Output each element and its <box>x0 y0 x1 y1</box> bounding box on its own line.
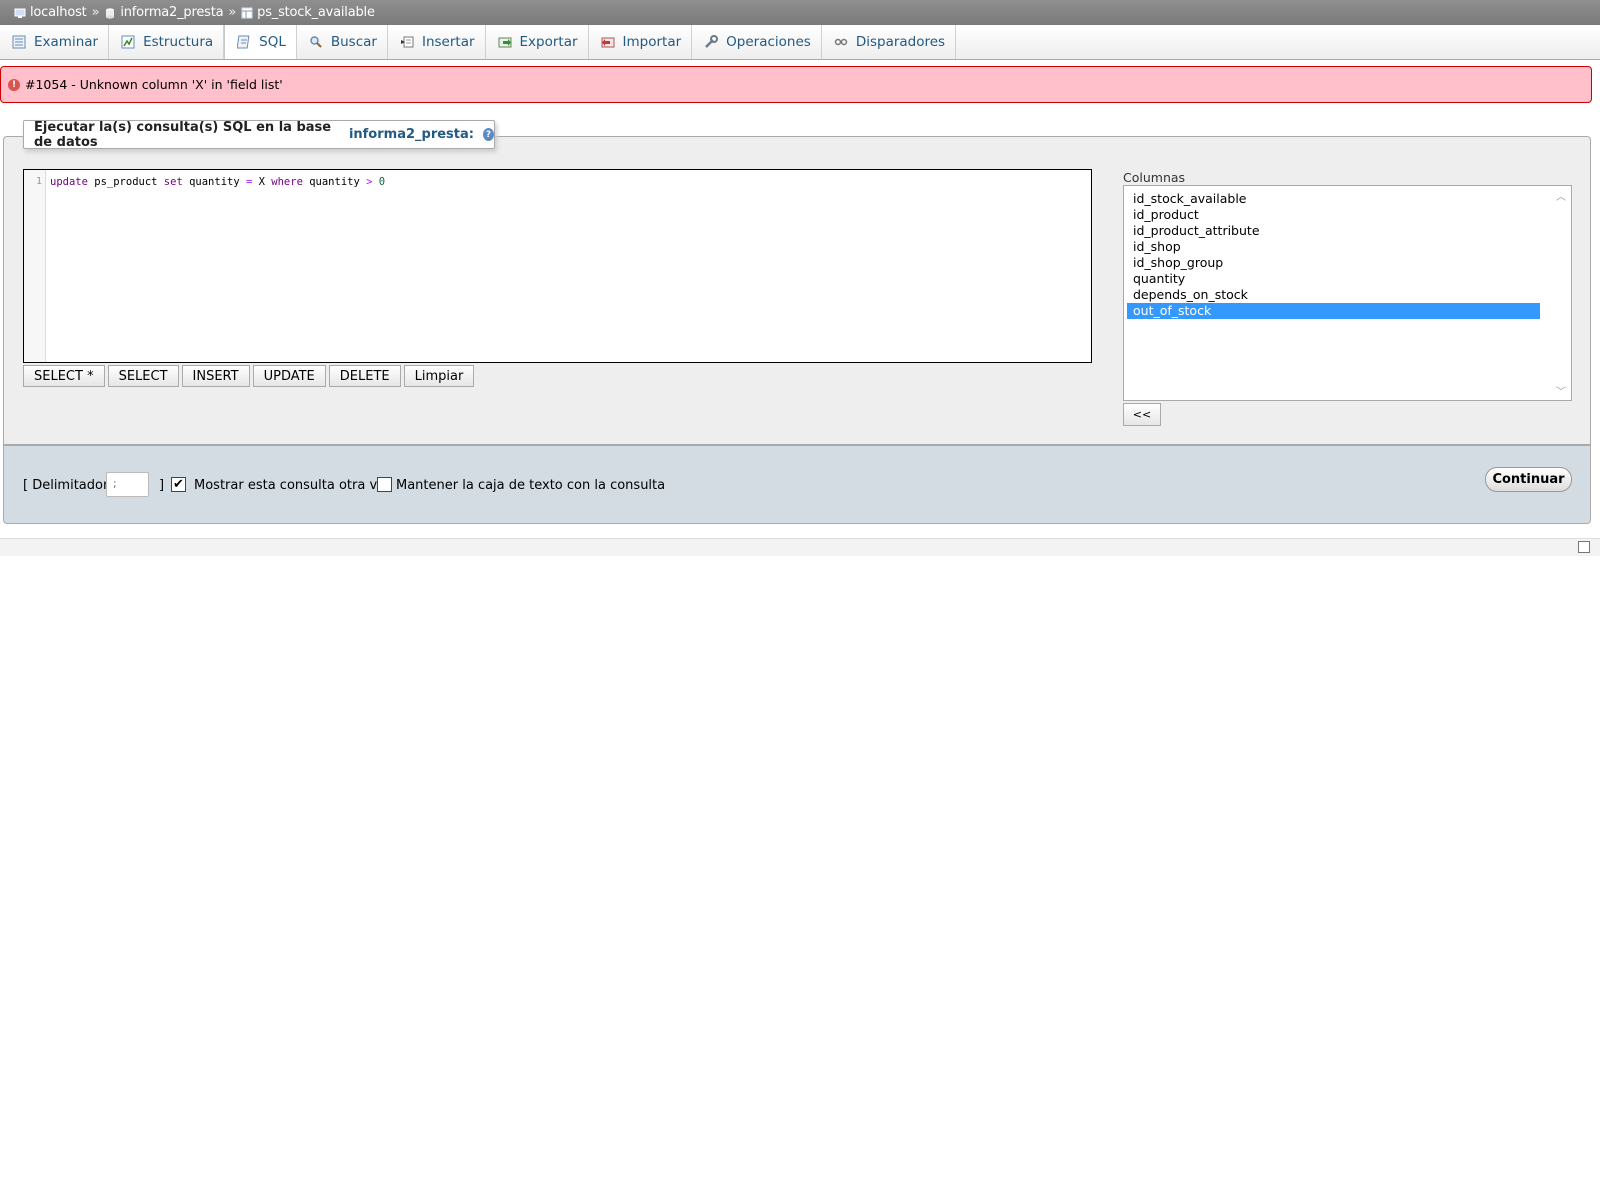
sql-editor[interactable]: 1 update ps_product set quantity = X whe… <box>23 169 1092 363</box>
tab-examinar[interactable]: Examinar <box>0 25 110 59</box>
column-option[interactable]: id_stock_available <box>1127 191 1540 207</box>
browse-icon <box>12 35 26 49</box>
continue-button[interactable]: Continuar <box>1485 467 1572 492</box>
tab-label: Operaciones <box>726 34 811 50</box>
table-icon <box>241 7 253 19</box>
show-again-label: Mostrar esta consulta otra vez <box>194 478 392 493</box>
tab-label: SQL <box>259 34 286 50</box>
error-text: #1054 - Unknown column 'X' in 'field lis… <box>25 77 283 92</box>
breadcrumb-table[interactable]: ps_stock_available <box>241 5 375 20</box>
breadcrumb-separator: » <box>228 5 237 20</box>
breadcrumb-separator: » <box>91 5 100 20</box>
tab-label: Importar <box>622 34 682 50</box>
help-icon[interactable]: ? <box>482 128 494 141</box>
tab-buscar[interactable]: Buscar <box>297 25 388 59</box>
sql-code[interactable]: update ps_product set quantity = X where… <box>46 170 389 362</box>
show-again-checkbox[interactable]: ✔ <box>171 477 186 492</box>
tab-label: Disparadores <box>855 34 946 50</box>
column-option[interactable]: id_shop <box>1127 239 1540 255</box>
server-icon <box>14 7 26 19</box>
tab-bar: Examinar Estructura SQL Buscar Insertar … <box>0 25 1600 60</box>
tab-operaciones[interactable]: Operaciones <box>692 25 822 59</box>
insert-button[interactable]: INSERT <box>181 365 250 387</box>
delete-button[interactable]: DELETE <box>328 365 401 387</box>
breadcrumb-database-label: informa2_presta <box>120 5 224 20</box>
update-button[interactable]: UPDATE <box>252 365 326 387</box>
delimiter-input[interactable]: ; <box>106 472 149 497</box>
tab-label: Examinar <box>34 34 99 50</box>
tab-sql[interactable]: SQL <box>224 25 297 59</box>
column-option[interactable]: id_product <box>1127 207 1540 223</box>
chevron-up-icon[interactable]: ︿ <box>1556 188 1566 203</box>
breadcrumb-database[interactable]: informa2_presta <box>104 5 224 20</box>
tab-label: Exportar <box>519 34 578 50</box>
breadcrumb: localhost » informa2_presta » ps_stock_a… <box>0 0 1600 25</box>
export-icon <box>498 35 512 49</box>
breadcrumb-server-label: localhost <box>30 5 87 20</box>
columns-label: Columnas <box>1123 170 1186 185</box>
search-icon <box>309 35 323 49</box>
sql-template-buttons: SELECT * SELECT INSERT UPDATE DELETE Lim… <box>23 365 475 387</box>
database-icon <box>104 7 116 19</box>
column-option[interactable]: id_shop_group <box>1127 255 1540 271</box>
clear-button[interactable]: Limpiar <box>403 365 475 387</box>
keep-box-label: Mantener la caja de texto con la consult… <box>396 478 666 493</box>
line-number: 1 <box>24 170 46 362</box>
tab-disparadores[interactable]: Disparadores <box>822 25 957 59</box>
tab-label: Insertar <box>421 34 475 50</box>
error-message: ! #1054 - Unknown column 'X' in 'field l… <box>0 66 1592 103</box>
select-button[interactable]: SELECT <box>107 365 179 387</box>
console-icon[interactable] <box>1578 541 1590 553</box>
tab-exportar[interactable]: Exportar <box>486 25 589 59</box>
triggers-icon <box>834 35 848 49</box>
column-option[interactable]: quantity <box>1127 271 1540 287</box>
keep-box-checkbox[interactable] <box>377 477 392 492</box>
tab-estructura[interactable]: Estructura <box>109 25 225 59</box>
tab-importar[interactable]: Importar <box>589 25 693 59</box>
legend-database-link[interactable]: informa2_presta: <box>349 127 474 142</box>
column-option-selected[interactable]: out_of_stock <box>1127 303 1540 319</box>
legend-text: Ejecutar la(s) consulta(s) SQL en la bas… <box>34 119 332 150</box>
tab-label: Buscar <box>330 34 377 50</box>
select-all-button[interactable]: SELECT * <box>23 365 105 387</box>
insert-column-button[interactable]: << <box>1123 403 1161 426</box>
chevron-down-icon[interactable]: ﹀ <box>1556 383 1566 398</box>
delimiter-label: [ Delimitador <box>23 478 109 493</box>
wrench-icon <box>704 35 719 49</box>
tab-insertar[interactable]: Insertar <box>388 25 486 59</box>
column-option[interactable]: id_product_attribute <box>1127 223 1540 239</box>
error-icon: ! <box>8 78 20 91</box>
import-icon <box>601 35 615 49</box>
column-option[interactable]: depends_on_stock <box>1127 287 1540 303</box>
breadcrumb-server[interactable]: localhost <box>14 5 87 20</box>
query-legend: Ejecutar la(s) consulta(s) SQL en la bas… <box>23 119 495 150</box>
columns-list[interactable]: id_stock_available id_product id_product… <box>1123 185 1572 401</box>
structure-icon <box>121 35 135 49</box>
insert-icon <box>400 35 414 49</box>
tab-label: Estructura <box>143 34 214 50</box>
sql-icon <box>236 35 251 49</box>
bottom-bar <box>0 538 1600 556</box>
delimiter-close: ] <box>159 478 165 493</box>
columns-scrollbar[interactable]: ︿ ﹀ <box>1554 188 1568 398</box>
breadcrumb-table-label: ps_stock_available <box>257 5 375 20</box>
